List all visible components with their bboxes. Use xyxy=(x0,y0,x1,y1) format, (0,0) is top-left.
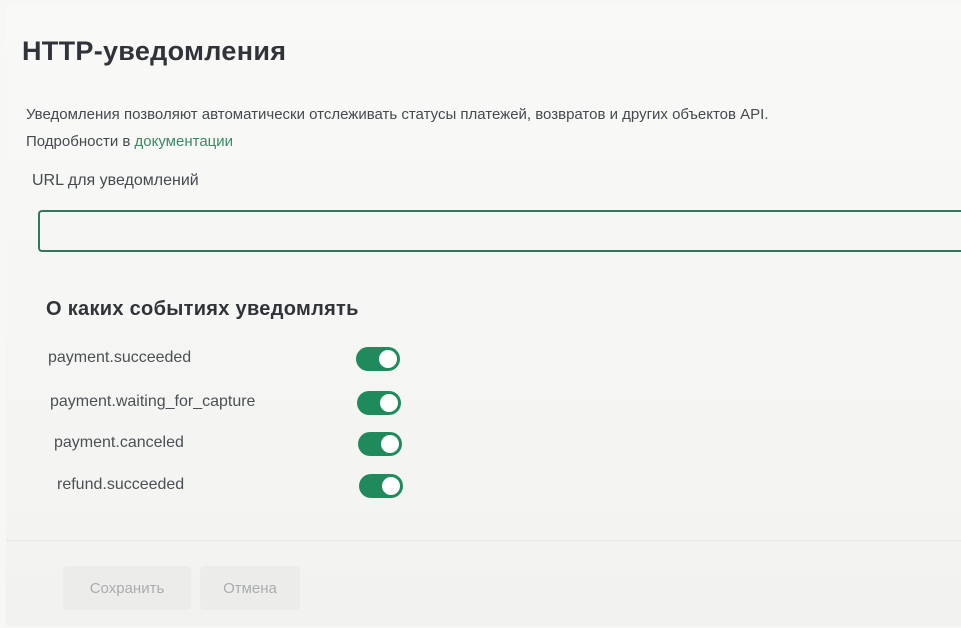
events-section-title: О каких событиях уведомлять xyxy=(46,298,359,320)
payment-canceled-toggle[interactable] xyxy=(358,432,402,456)
footer-divider xyxy=(6,540,961,541)
page-title: HTTP-уведомления xyxy=(22,36,287,66)
toggle-knob xyxy=(381,435,399,453)
event-label: payment.canceled xyxy=(54,434,184,451)
refund-succeeded-toggle[interactable] xyxy=(359,474,403,498)
description: Уведомления позволяют автоматически отсл… xyxy=(26,101,846,155)
url-input[interactable] xyxy=(38,210,961,252)
toggle-knob xyxy=(382,477,400,495)
documentation-link[interactable]: документации xyxy=(135,133,234,150)
event-label: refund.succeeded xyxy=(57,476,185,493)
event-label: payment.succeeded xyxy=(48,349,192,366)
toggle-knob xyxy=(379,350,397,368)
save-button[interactable]: Сохранить xyxy=(63,566,191,610)
url-field-label: URL для уведомлений xyxy=(32,172,199,189)
cancel-button[interactable]: Отмена xyxy=(200,566,300,610)
toggle-knob xyxy=(380,394,398,412)
payment-succeeded-toggle[interactable] xyxy=(356,347,400,371)
event-label: payment.waiting_for_capture xyxy=(50,393,256,410)
payment-waiting-for-capture-toggle[interactable] xyxy=(357,391,401,415)
